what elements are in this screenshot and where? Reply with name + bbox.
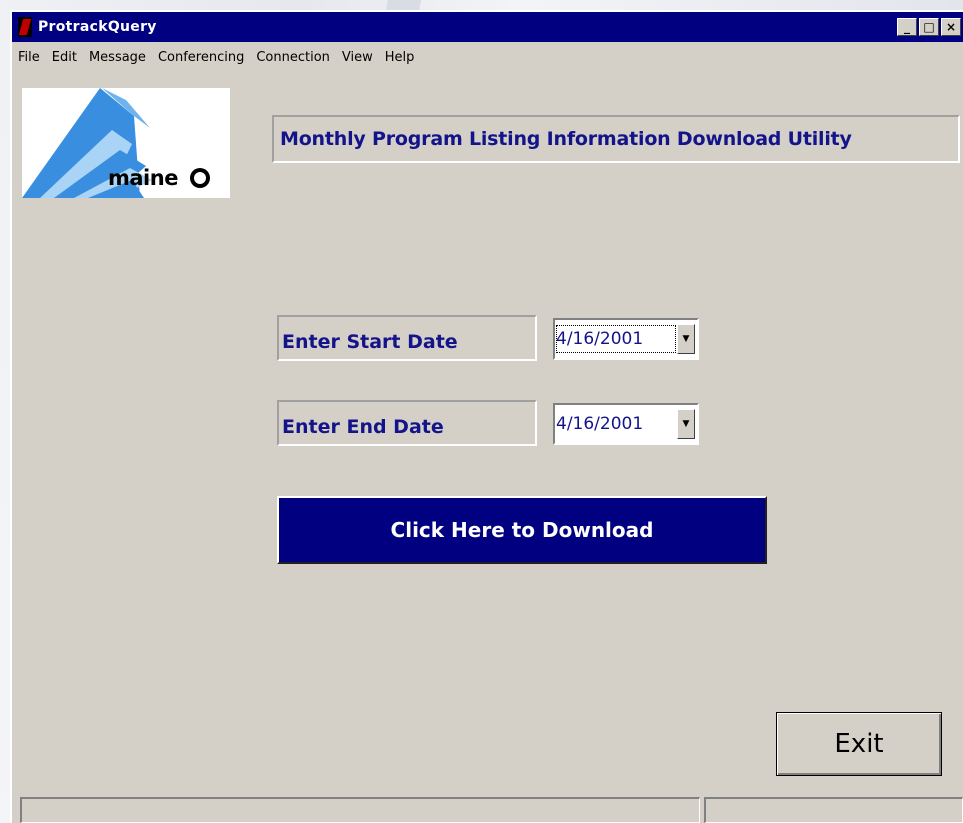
end-date-label-frame: Enter End Date: [277, 400, 537, 446]
page-title: Monthly Program Listing Information Down…: [280, 128, 852, 150]
maine-logo: maine: [22, 88, 230, 198]
maximize-button[interactable]: □: [919, 18, 939, 36]
end-date-value[interactable]: 4/16/2001: [555, 409, 677, 439]
status-bar: [20, 797, 963, 823]
download-button[interactable]: Click Here to Download: [277, 496, 767, 564]
chevron-down-icon[interactable]: ▼: [677, 409, 695, 439]
menu-bar: File Edit Message Conferencing Connectio…: [12, 50, 420, 70]
app-window: ProtrackQuery _ □ × File Edit Message Co…: [10, 10, 963, 823]
status-pane-secondary: [704, 797, 963, 823]
chevron-down-icon[interactable]: ▼: [677, 324, 695, 354]
end-date-label: Enter End Date: [282, 416, 444, 438]
title-bar[interactable]: ProtrackQuery _ □ ×: [12, 12, 963, 42]
start-date-label-frame: Enter Start Date: [277, 315, 537, 361]
menu-file[interactable]: File: [12, 50, 46, 70]
pbs-logo-icon: [190, 168, 210, 188]
status-pane-main: [20, 797, 700, 823]
menu-connection[interactable]: Connection: [250, 50, 336, 70]
menu-edit[interactable]: Edit: [46, 50, 83, 70]
start-date-picker[interactable]: 4/16/2001 ▼: [553, 318, 699, 360]
logo-text: maine: [108, 166, 178, 190]
end-date-picker[interactable]: 4/16/2001 ▼: [553, 403, 699, 445]
app-icon: [18, 17, 32, 37]
menu-help[interactable]: Help: [379, 50, 421, 70]
window-controls: _ □ ×: [897, 18, 961, 36]
heading-frame: Monthly Program Listing Information Down…: [272, 115, 960, 163]
menu-conferencing[interactable]: Conferencing: [152, 50, 250, 70]
start-date-value[interactable]: 4/16/2001: [555, 324, 677, 354]
menu-view[interactable]: View: [336, 50, 379, 70]
minimize-button[interactable]: _: [897, 18, 917, 36]
start-date-label: Enter Start Date: [282, 331, 458, 353]
close-icon: ×: [945, 20, 957, 34]
menu-message[interactable]: Message: [83, 50, 152, 70]
close-button[interactable]: ×: [941, 18, 961, 36]
maximize-icon: □: [923, 20, 935, 34]
exit-button[interactable]: Exit: [776, 712, 942, 776]
minimize-icon: _: [904, 20, 910, 34]
window-title: ProtrackQuery: [38, 19, 157, 35]
